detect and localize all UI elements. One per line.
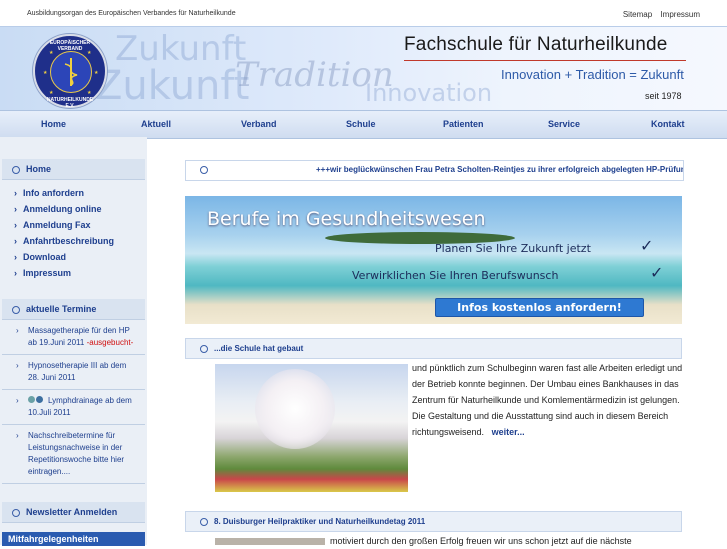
watermark-zukunft-large: Zukunft: [95, 63, 250, 109]
title-underline: [404, 60, 686, 61]
site-motto: Innovation + Tradition = Zukunft: [501, 67, 684, 82]
tagline: Ausbildungsorgan des Europäischen Verban…: [27, 10, 236, 17]
newsletter-link[interactable]: Newsletter Anmelden: [2, 502, 145, 523]
bullet-icon: [200, 517, 208, 526]
association-logo[interactable]: ★ ★ ★ ★ ★ ★ EUROPÄISCHER VERBAND NATURHE…: [33, 34, 107, 109]
bullet-icon: [200, 344, 208, 353]
caduceus-icon: [64, 58, 78, 86]
article-1: ...die Schule hat gebaut: [185, 338, 682, 359]
termine-title: aktuelle Termine: [26, 304, 97, 314]
sitemap-link[interactable]: Sitemap: [623, 10, 652, 19]
arrow-icon: ›: [16, 431, 19, 441]
since-year: seit 1978: [645, 91, 682, 101]
top-bar: Ausbildungsorgan des Europäischen Verban…: [0, 0, 727, 26]
main-nav: Home Aktuell Verband Schule Patienten Se…: [0, 110, 727, 139]
article-2-title[interactable]: 8. Duisburger Heilpraktiker und Naturhei…: [185, 511, 682, 532]
article-1-title-text: ...die Schule hat gebaut: [214, 344, 304, 353]
logo-text-top: EUROPÄISCHER VERBAND: [49, 40, 91, 52]
site-header: Zukunft Zukunft Tradition Innovation ★ ★…: [0, 26, 727, 111]
promo-banner[interactable]: Berufe im Gesundheitswesen Planen Sie Ih…: [185, 196, 682, 324]
star-icon: ★: [94, 70, 99, 76]
termin-item[interactable]: › Hypnosetherapie III ab dem 28. Juni 201…: [2, 355, 145, 390]
banner-headline: Berufe im Gesundheitswesen: [207, 208, 486, 230]
blossom-tree: [255, 369, 335, 449]
ticker-text: +++wir beglückwünschen Frau Petra Scholt…: [316, 165, 684, 174]
termin-text: Hypnosetherapie III ab dem 28. Juni 2011: [28, 361, 127, 382]
sidebar-home-box: Home Info anfordern Anmeldung online Anm…: [2, 159, 145, 281]
article-2-photo: [215, 538, 325, 545]
sidebar-item-anfahrt[interactable]: Anfahrtbeschreibung: [2, 233, 145, 249]
arrow-icon: ›: [16, 361, 19, 370]
nav-patienten[interactable]: Patienten: [443, 119, 484, 129]
article-1-title[interactable]: ...die Schule hat gebaut: [185, 338, 682, 359]
termine-heading: aktuelle Termine: [2, 299, 145, 320]
lymph-dots-icon: [28, 395, 44, 407]
star-icon: ★: [87, 90, 92, 96]
impressum-link[interactable]: Impressum: [660, 10, 700, 19]
info-request-button[interactable]: Infos kostenlos anfordern!: [435, 298, 644, 317]
nav-aktuell[interactable]: Aktuell: [141, 119, 171, 129]
read-more-link[interactable]: weiter...: [492, 427, 525, 437]
newsletter-label: Newsletter Anmelden: [26, 507, 118, 517]
sidebar-termine-box: aktuelle Termine › Massagetherapie für de…: [2, 299, 145, 485]
news-ticker[interactable]: +++wir beglückwünschen Frau Petra Scholt…: [185, 160, 684, 181]
school-garden-photo: [215, 364, 408, 492]
sidebar-item-impressum[interactable]: Impressum: [2, 265, 145, 281]
sidebar-item-anmeldung-fax[interactable]: Anmeldung Fax: [2, 217, 145, 233]
nav-schule[interactable]: Schule: [346, 119, 376, 129]
article-1-text: und pünktlich zum Schulbeginn waren fast…: [412, 363, 683, 437]
watermark-innovation: Innovation: [365, 79, 493, 107]
bullet-icon: [200, 166, 208, 174]
sidebar-menu: Info anfordern Anmeldung online Anmeldun…: [2, 180, 145, 281]
termin-item[interactable]: › Nachschreibetermine für Leistungsnachwe…: [2, 425, 145, 485]
bullet-icon: [12, 305, 20, 314]
star-icon: ★: [43, 70, 48, 76]
bullet-icon: [12, 508, 20, 517]
article-2-title-text: 8. Duisburger Heilpraktiker und Naturhei…: [214, 517, 426, 526]
termin-text: Nachschreibetermine für Leistungsnachwei…: [28, 431, 125, 477]
termin-note: -ausgebucht-: [86, 338, 134, 347]
arrow-icon: ›: [16, 326, 19, 335]
nav-verband[interactable]: Verband: [241, 119, 277, 129]
arrow-icon: ›: [16, 396, 19, 405]
nav-service[interactable]: Service: [548, 119, 580, 129]
check-icon: ✓: [650, 265, 664, 282]
article-2-body: motiviert durch den großen Erfolg freuen…: [330, 536, 632, 546]
termin-item[interactable]: › Massagetherapie für den HP ab 19.Juni 2…: [2, 320, 145, 355]
sidebar-item-download[interactable]: Download: [2, 249, 145, 265]
logo-text-bottom: NATURHEILKUNDE E.V.: [46, 97, 94, 109]
star-icon: ★: [49, 90, 54, 96]
nav-kontakt[interactable]: Kontakt: [651, 119, 685, 129]
bullet-icon: [12, 165, 20, 174]
termin-item[interactable]: › Lymphdrainage ab dem 10.Juli 2011: [2, 390, 145, 426]
logo-center: [50, 51, 92, 93]
sidebar-item-home[interactable]: Home: [2, 159, 145, 180]
banner-line-1: Planen Sie Ihre Zukunft jetzt: [435, 242, 591, 255]
article-1-body: und pünktlich zum Schulbeginn waren fast…: [412, 360, 690, 440]
sidebar: Home Info anfordern Anmeldung online Anm…: [0, 137, 147, 545]
sidebar-newsletter-box: Newsletter Anmelden: [2, 502, 145, 523]
banner-line-2: Verwirklichen Sie Ihren Berufswunsch: [352, 269, 559, 282]
sidebar-home-label: Home: [26, 164, 52, 174]
top-links: Sitemap Impressum: [617, 10, 700, 19]
check-icon: ✓: [640, 238, 654, 255]
nav-home[interactable]: Home: [41, 119, 66, 129]
mitfahr-banner[interactable]: Mitfahrgelegenheiten: [2, 532, 145, 546]
sidebar-item-anmeldung-online[interactable]: Anmeldung online: [2, 201, 145, 217]
sidebar-item-info[interactable]: Info anfordern: [2, 185, 145, 201]
site-title: Fachschule für Naturheilkunde: [404, 34, 668, 55]
article-2: 8. Duisburger Heilpraktiker und Naturhei…: [185, 511, 682, 532]
